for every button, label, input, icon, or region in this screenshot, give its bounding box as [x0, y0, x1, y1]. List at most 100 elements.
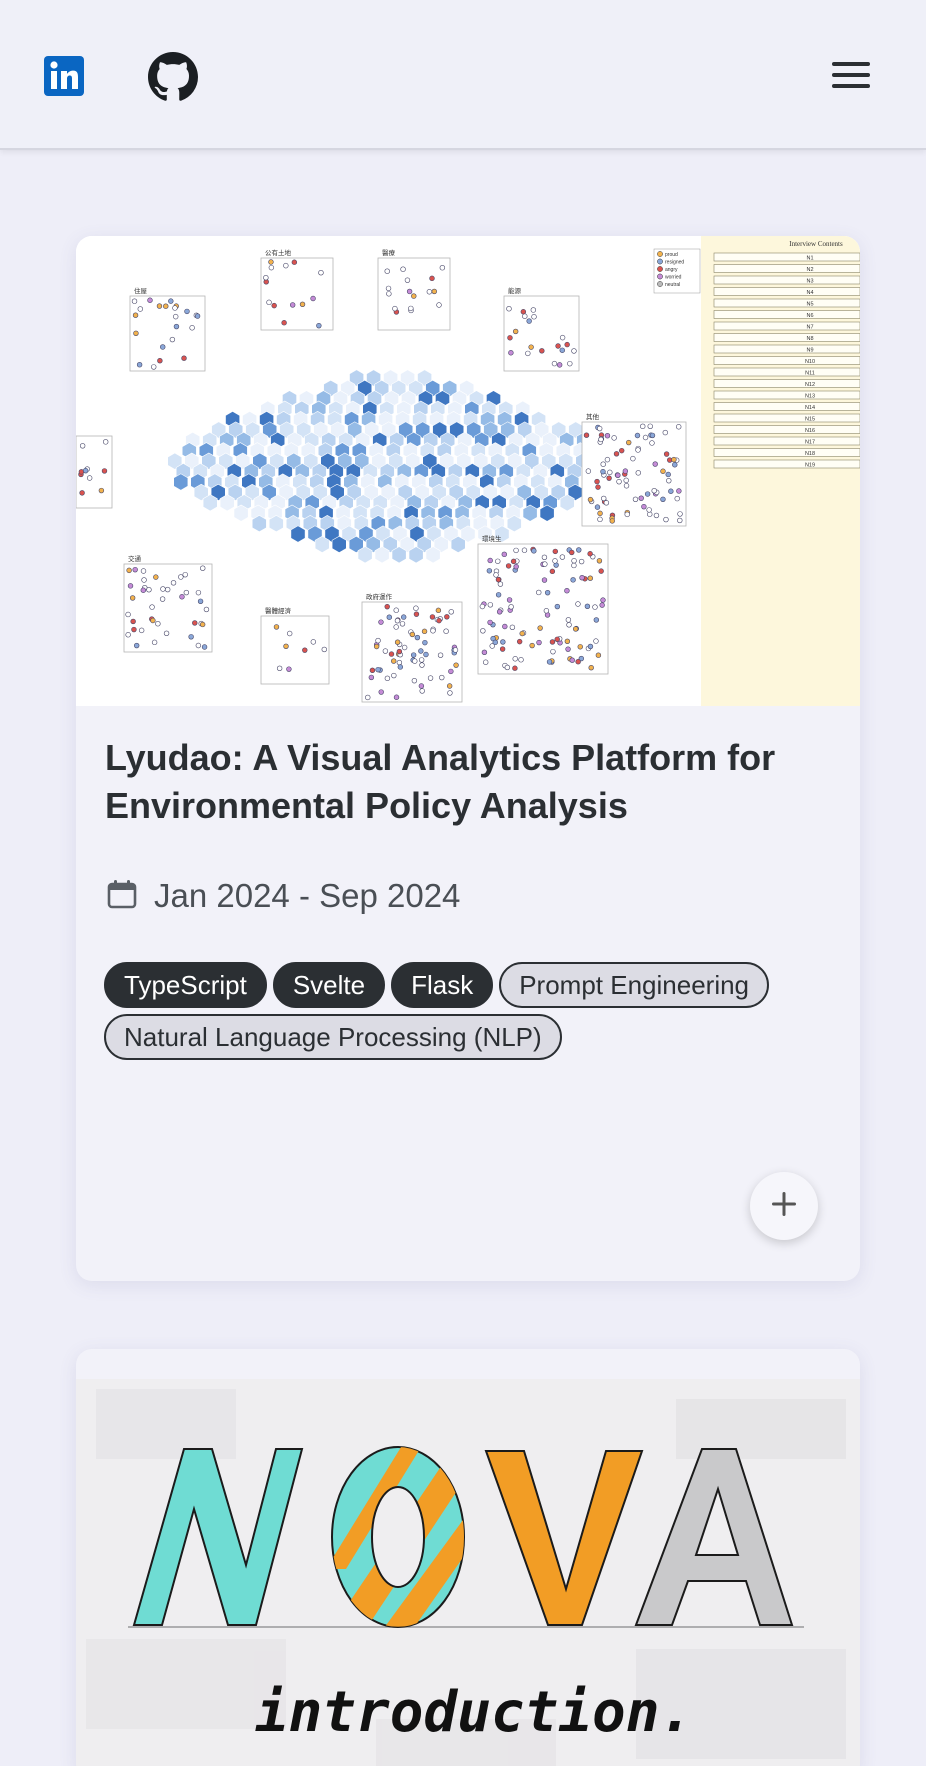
- cluster-dot: [394, 639, 401, 645]
- cluster-dot: [310, 295, 316, 302]
- interview-row: [713, 459, 860, 469]
- cluster-dot: [413, 611, 420, 617]
- cluster-dot: [505, 563, 512, 569]
- cluster-dot: [453, 662, 459, 668]
- cluster-dot: [153, 574, 159, 580]
- cluster-dot: [519, 630, 525, 637]
- cluster-dot: [587, 551, 593, 557]
- cluster-dot: [412, 658, 418, 664]
- cluster-dot: [647, 511, 653, 517]
- cluster-dot: [569, 549, 575, 556]
- interview-row-label: N5: [806, 302, 813, 308]
- cluster-dot: [268, 264, 275, 271]
- cluster-dot: [663, 516, 669, 523]
- cluster-dot: [321, 646, 327, 653]
- linkedin-icon[interactable]: [44, 56, 84, 96]
- cluster-dot: [423, 651, 429, 658]
- cluster-dot: [393, 694, 400, 700]
- cluster-dot: [479, 603, 486, 610]
- cluster-dot: [587, 643, 594, 650]
- interview-row: [713, 310, 860, 319]
- cluster-dot: [195, 642, 202, 649]
- cluster-dot: [399, 621, 406, 627]
- cluster-dot: [666, 477, 672, 484]
- cluster-dot: [273, 624, 280, 630]
- interview-row-label: N18: [805, 451, 815, 457]
- cluster-dot: [489, 643, 495, 649]
- cluster-dot: [525, 350, 531, 357]
- interview-row: [713, 367, 860, 377]
- interview-row: [713, 356, 860, 365]
- cluster-dot: [429, 614, 436, 620]
- cluster-dot: [199, 621, 206, 628]
- cluster-dot: [554, 603, 561, 610]
- cluster-dot: [571, 562, 577, 569]
- cluster-dot: [411, 677, 418, 684]
- cluster-dot: [530, 307, 537, 313]
- cluster-dot: [184, 308, 190, 315]
- cluster-dot: [137, 306, 143, 312]
- cluster-dot: [513, 547, 519, 554]
- project-card-lyudao[interactable]: Interview Contents N1 N2 N3 N4 N5 N6 N7 N8 N9 N10…: [76, 236, 860, 1281]
- cluster-dot: [508, 350, 514, 356]
- cluster-dot: [418, 648, 424, 654]
- cluster-dot: [426, 289, 433, 295]
- project-date-text: Jan 2024 - Sep 2024: [154, 877, 461, 914]
- cluster-dot: [520, 309, 527, 315]
- cluster-dot: [588, 664, 594, 671]
- cluster-dot: [392, 305, 398, 312]
- cluster-dot: [585, 468, 592, 474]
- cluster-dot: [132, 312, 139, 318]
- cluster-dot: [597, 516, 603, 523]
- cluster-dot: [430, 628, 436, 634]
- project-date: Jan 2024 - Sep 2024: [106, 876, 460, 916]
- cluster-dot: [127, 583, 134, 589]
- interview-row-label: N11: [805, 371, 815, 377]
- project-title[interactable]: Lyudao: A Visual Analytics Platform for …: [105, 734, 835, 830]
- cluster-dot: [125, 632, 131, 638]
- cluster-dot: [635, 470, 641, 476]
- cluster-dot: [189, 325, 195, 331]
- cluster-dot: [565, 646, 571, 652]
- github-icon[interactable]: [148, 52, 198, 102]
- cluster-dot: [408, 305, 414, 312]
- cluster-dot: [598, 436, 604, 443]
- cluster-dot: [516, 638, 523, 645]
- cluster-dot: [382, 648, 389, 654]
- cluster-dot: [622, 468, 629, 474]
- hamburger-menu-icon[interactable]: [830, 58, 874, 92]
- legend-label: neutral: [665, 282, 680, 288]
- cluster-dot: [125, 611, 131, 618]
- interview-row: [713, 298, 860, 308]
- cluster-dot: [541, 554, 548, 560]
- cluster-dot: [497, 581, 504, 587]
- cluster-dot: [572, 626, 579, 632]
- cluster-box: [260, 615, 330, 685]
- cluster-dot: [164, 586, 171, 593]
- cluster-dot: [512, 656, 518, 662]
- cluster-dot: [539, 348, 545, 354]
- cluster-dot: [418, 657, 425, 663]
- cluster-dot: [487, 557, 493, 564]
- interview-row: [713, 333, 860, 342]
- cluster-dot: [439, 674, 445, 681]
- interview-row-label: N12: [805, 382, 815, 388]
- interview-row: [713, 264, 860, 273]
- project-card-nova[interactable]: introduction.: [76, 1349, 860, 1766]
- cluster-dot: [388, 651, 395, 657]
- cluster-dot: [82, 467, 89, 474]
- interview-row: [713, 379, 860, 388]
- cluster-dot: [101, 468, 108, 474]
- cluster-dot: [601, 495, 607, 502]
- cluster-dot: [671, 456, 677, 463]
- interview-row-label: N17: [805, 440, 815, 446]
- cluster-dot: [149, 604, 155, 610]
- cluster-dot: [401, 644, 408, 651]
- cluster-dot: [609, 518, 615, 524]
- cluster-dot: [79, 443, 86, 449]
- tag-nlp: Natural Language Processing (NLP): [104, 1014, 562, 1060]
- expand-button[interactable]: [750, 1172, 818, 1240]
- cluster-dot: [587, 575, 593, 581]
- nova-thumbnail: introduction.: [76, 1379, 860, 1766]
- cluster-dot: [630, 455, 636, 462]
